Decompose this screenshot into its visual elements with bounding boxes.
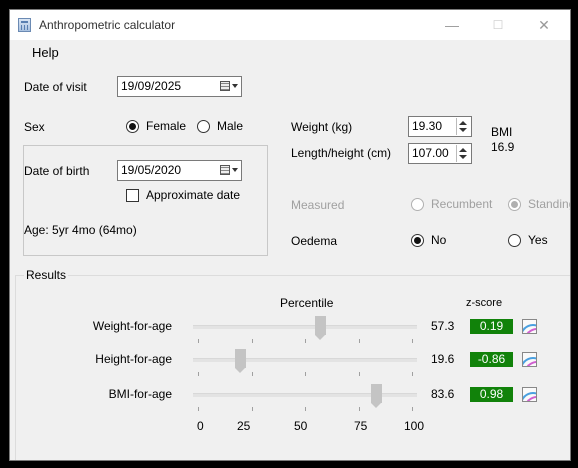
calculator-window: Anthropometric calculator — ☐ ✕ Help Dat… bbox=[9, 9, 571, 461]
calendar-dropdown-icon[interactable] bbox=[220, 80, 238, 93]
approximate-date-label: Approximate date bbox=[146, 188, 241, 202]
oedema-no-radio[interactable] bbox=[411, 234, 424, 247]
zscore-header: z-score bbox=[466, 297, 503, 309]
height-value: 107.00 bbox=[412, 146, 449, 160]
date-of-birth-picker[interactable]: 19/05/2020 bbox=[117, 160, 242, 181]
oedema-label: Oedema bbox=[291, 234, 338, 248]
sex-male-radio[interactable] bbox=[197, 120, 210, 133]
slider-tick bbox=[412, 339, 413, 343]
slider-tick bbox=[412, 372, 413, 376]
axis-tick-label: 75 bbox=[354, 419, 368, 433]
weight-input[interactable]: 19.30 bbox=[408, 116, 472, 137]
minimize-button[interactable]: — bbox=[429, 10, 475, 40]
height-label: Length/height (cm) bbox=[291, 146, 392, 160]
date-of-visit-value: 19/09/2025 bbox=[121, 79, 182, 93]
slider-tick bbox=[198, 407, 199, 411]
percentile-slider-thumb[interactable] bbox=[315, 316, 327, 340]
weight-label: Weight (kg) bbox=[291, 120, 353, 134]
result-row-label: Height-for-age bbox=[95, 352, 172, 366]
bmi-label: BMI bbox=[491, 125, 513, 139]
measured-standing-radio[interactable] bbox=[508, 198, 521, 211]
measured-recumbent-radio[interactable] bbox=[411, 198, 424, 211]
sex-male-label: Male bbox=[217, 119, 244, 133]
zscore-badge: 0.19 bbox=[470, 319, 513, 334]
result-row-label: BMI-for-age bbox=[108, 387, 172, 401]
sex-female-radio[interactable] bbox=[126, 120, 139, 133]
calculator-app-icon bbox=[18, 18, 31, 32]
slider-tick bbox=[305, 407, 306, 411]
axis-tick-label: 100 bbox=[404, 419, 425, 433]
weight-value: 19.30 bbox=[412, 119, 443, 133]
slider-tick bbox=[358, 372, 360, 376]
sex-female-label: Female bbox=[146, 119, 187, 133]
slider-tick bbox=[198, 372, 199, 376]
slider-tick bbox=[305, 339, 306, 343]
slider-tick bbox=[358, 407, 360, 411]
bmi-value: 16.9 bbox=[491, 140, 515, 154]
growth-chart-icon[interactable] bbox=[522, 387, 537, 402]
axis-tick-label: 50 bbox=[294, 419, 308, 433]
oedema-yes-radio[interactable] bbox=[508, 234, 521, 247]
slider-tick bbox=[198, 339, 199, 343]
measured-recumbent-label: Recumbent bbox=[431, 197, 493, 211]
result-row-label: Weight-for-age bbox=[92, 319, 172, 333]
axis-tick-label: 0 bbox=[197, 419, 204, 433]
percentile-slider-track bbox=[193, 325, 417, 329]
slider-tick bbox=[412, 407, 413, 411]
height-input[interactable]: 107.00 bbox=[408, 143, 472, 164]
slider-tick bbox=[358, 339, 360, 343]
slider-tick bbox=[251, 372, 253, 376]
zscore-badge: 0.98 bbox=[470, 387, 513, 402]
date-of-birth-label: Date of birth bbox=[24, 164, 90, 178]
window-title: Anthropometric calculator bbox=[39, 18, 176, 32]
percentile-value: 19.6 bbox=[431, 352, 455, 366]
slider-tick bbox=[251, 407, 253, 411]
title-bar: Anthropometric calculator — ☐ ✕ bbox=[10, 10, 570, 40]
growth-chart-icon[interactable] bbox=[522, 319, 537, 334]
oedema-yes-label: Yes bbox=[528, 233, 548, 247]
calendar-dropdown-icon[interactable] bbox=[220, 164, 238, 177]
slider-tick bbox=[251, 339, 253, 343]
height-spinner[interactable] bbox=[456, 145, 470, 162]
zscore-badge: -0.86 bbox=[470, 352, 513, 367]
percentile-slider-thumb[interactable] bbox=[234, 349, 246, 373]
date-of-visit-picker[interactable]: 19/09/2025 bbox=[117, 76, 242, 97]
measured-standing-label: Standing bbox=[528, 197, 571, 211]
percentile-value: 57.3 bbox=[431, 319, 455, 333]
slider-tick bbox=[305, 372, 306, 376]
percentile-slider-thumb[interactable] bbox=[371, 384, 383, 408]
approximate-date-checkbox[interactable] bbox=[126, 189, 139, 202]
growth-chart-icon[interactable] bbox=[522, 352, 537, 367]
axis-tick-label: 25 bbox=[237, 419, 251, 433]
age-readout: Age: 5yr 4mo (64mo) bbox=[24, 223, 137, 237]
maximize-button[interactable]: ☐ bbox=[475, 10, 521, 40]
menu-help[interactable]: Help bbox=[32, 45, 59, 60]
sex-label: Sex bbox=[24, 120, 45, 134]
date-of-birth-value: 19/05/2020 bbox=[121, 163, 182, 177]
oedema-no-label: No bbox=[431, 233, 447, 247]
menu-bar bbox=[10, 40, 570, 64]
results-legend: Results bbox=[24, 268, 69, 282]
measured-label: Measured bbox=[291, 198, 345, 212]
percentile-slider-track bbox=[193, 358, 417, 362]
percentile-value: 83.6 bbox=[431, 387, 455, 401]
weight-spinner[interactable] bbox=[456, 118, 470, 135]
percentile-slider-track bbox=[193, 393, 417, 397]
date-of-visit-label: Date of visit bbox=[24, 80, 87, 94]
close-button[interactable]: ✕ bbox=[521, 10, 567, 40]
percentile-header: Percentile bbox=[280, 296, 334, 310]
